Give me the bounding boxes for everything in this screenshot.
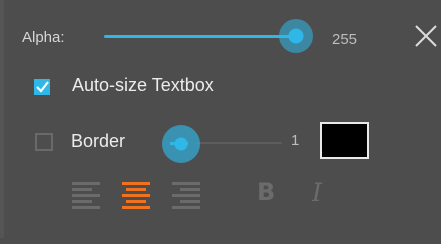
alpha-slider-track[interactable] <box>104 35 296 38</box>
italic-button[interactable]: I <box>312 178 322 207</box>
border-width-value: 1 <box>291 132 300 149</box>
border-slider-thumb[interactable] <box>162 125 200 163</box>
autosize-label: Auto-size Textbox <box>72 75 214 95</box>
bold-button[interactable]: B <box>257 178 275 206</box>
panel-edge <box>0 0 4 238</box>
border-label: Border <box>71 131 126 151</box>
border-slider-track[interactable] <box>196 142 282 144</box>
alpha-value: 255 <box>332 31 358 48</box>
border-color-swatch[interactable] <box>320 122 369 159</box>
alpha-slider-thumb[interactable] <box>279 19 313 53</box>
align-center-icon[interactable] <box>122 180 150 210</box>
alpha-label: Alpha: <box>22 29 65 46</box>
text-options-panel: Alpha: 255 Auto-size Textbox Border 1 B … <box>0 0 441 244</box>
autosize-checkbox[interactable] <box>34 79 50 95</box>
border-checkbox[interactable] <box>35 133 53 151</box>
align-right-icon[interactable] <box>172 180 200 210</box>
close-icon[interactable] <box>413 23 439 49</box>
align-left-icon[interactable] <box>72 180 100 210</box>
